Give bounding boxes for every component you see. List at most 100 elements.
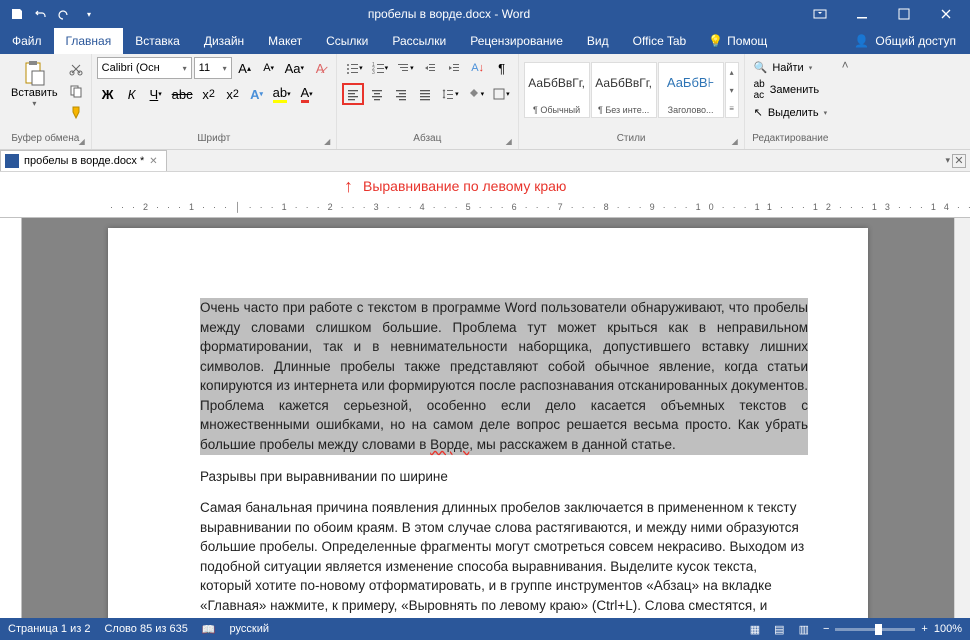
style-normal[interactable]: АаБбВвГг,¶ Обычный bbox=[524, 62, 590, 118]
dialog-launcher-icon[interactable]: ◢ bbox=[324, 137, 334, 147]
zoom-slider[interactable] bbox=[835, 628, 915, 631]
save-icon[interactable] bbox=[8, 5, 26, 23]
font-size-combo[interactable]: 11▾ bbox=[194, 57, 232, 79]
zoom-out-button[interactable]: − bbox=[823, 623, 829, 635]
dialog-launcher-icon[interactable]: ◢ bbox=[79, 137, 89, 147]
close-tab-icon[interactable]: ✕ bbox=[149, 156, 157, 167]
tab-home[interactable]: Главная bbox=[54, 28, 124, 54]
styles-gallery-more[interactable]: ▴▾≡ bbox=[725, 62, 739, 118]
tab-dropdown-icon[interactable]: ▾ bbox=[945, 155, 950, 166]
page: Очень часто при работе с текстом в прогр… bbox=[108, 228, 868, 618]
redo-icon[interactable] bbox=[56, 5, 74, 23]
vertical-ruler[interactable] bbox=[0, 218, 22, 618]
vertical-scrollbar[interactable] bbox=[954, 218, 970, 618]
align-center-button[interactable] bbox=[366, 83, 388, 105]
doc-tab-active[interactable]: пробелы в ворде.docx * ✕ bbox=[0, 150, 167, 171]
maximize-icon[interactable] bbox=[884, 0, 924, 28]
font-name-combo[interactable]: Calibri (Осн▾ bbox=[97, 57, 192, 79]
bold-button[interactable]: Ж bbox=[97, 83, 119, 105]
style-heading1[interactable]: АаБбВ⊦Заголово... bbox=[658, 62, 724, 118]
horizontal-ruler[interactable]: ···2···1···│···1···2···3···4···5···6···7… bbox=[0, 200, 970, 218]
quick-access-toolbar: ▾ bbox=[4, 5, 98, 23]
page-count[interactable]: Страница 1 из 2 bbox=[8, 623, 90, 635]
language-button[interactable]: русский bbox=[230, 623, 269, 635]
close-icon[interactable] bbox=[926, 0, 966, 28]
highlight-color-icon[interactable]: ab▾ bbox=[270, 83, 294, 105]
show-marks-icon[interactable]: ¶ bbox=[491, 57, 513, 79]
underline-button[interactable]: Ч▾ bbox=[145, 83, 167, 105]
line-spacing-icon[interactable]: ▾ bbox=[438, 83, 462, 105]
tab-officetab[interactable]: Office Tab bbox=[621, 28, 699, 54]
collapse-ribbon-icon[interactable]: ˄ bbox=[842, 58, 849, 72]
annotation-text: Выравнивание по левому краю bbox=[363, 178, 566, 194]
share-button[interactable]: 👤Общий доступ bbox=[840, 28, 970, 54]
shrink-font-icon[interactable]: A▾ bbox=[258, 57, 280, 79]
superscript-button[interactable]: x2 bbox=[222, 83, 244, 105]
borders-icon[interactable]: ▾ bbox=[489, 83, 513, 105]
bullets-icon[interactable]: ▾ bbox=[342, 57, 366, 79]
word-count[interactable]: Слово 85 из 635 bbox=[104, 623, 187, 635]
select-button[interactable]: ↖Выделить▾ bbox=[750, 104, 831, 121]
group-label: Абзац bbox=[342, 131, 513, 146]
numbering-icon[interactable]: 123▾ bbox=[368, 57, 392, 79]
read-mode-icon[interactable]: ▦ bbox=[750, 623, 760, 636]
tab-mailings[interactable]: Рассылки bbox=[380, 28, 458, 54]
ribbon-options-icon[interactable] bbox=[800, 0, 840, 28]
replace-button[interactable]: abacЗаменить bbox=[750, 77, 831, 103]
arrow-up-icon: ↑ bbox=[344, 176, 353, 197]
paragraph[interactable]: Разрывы при выравнивании по ширине bbox=[200, 467, 808, 487]
strikethrough-button[interactable]: abc bbox=[169, 83, 196, 105]
tell-me[interactable]: 💡Помощ bbox=[698, 28, 777, 54]
tab-insert[interactable]: Вставка bbox=[123, 28, 192, 54]
web-layout-icon[interactable]: ▥ bbox=[799, 623, 809, 636]
grow-font-icon[interactable]: A▴ bbox=[234, 57, 256, 79]
spellcheck-icon[interactable]: 📖 bbox=[202, 623, 216, 636]
align-left-button[interactable] bbox=[342, 83, 364, 105]
group-label: Стили bbox=[524, 131, 739, 146]
print-layout-icon[interactable]: ▤ bbox=[774, 623, 784, 636]
zoom-in-button[interactable]: + bbox=[921, 623, 927, 635]
group-paragraph: ▾ 123▾ ▾ A↓ ¶ ▾ ▾ ▾ Абзац ◢ bbox=[337, 54, 519, 149]
zoom-level[interactable]: 100% bbox=[934, 623, 962, 635]
document-canvas[interactable]: Очень часто при работе с текстом в прогр… bbox=[22, 218, 954, 618]
minimize-icon[interactable] bbox=[842, 0, 882, 28]
justify-button[interactable] bbox=[414, 83, 436, 105]
format-painter-icon[interactable] bbox=[66, 103, 86, 123]
replace-icon: abac bbox=[754, 79, 765, 101]
increase-indent-icon[interactable] bbox=[443, 57, 465, 79]
style-no-spacing[interactable]: АаБбВвГг,¶ Без инте... bbox=[591, 62, 657, 118]
cut-icon[interactable] bbox=[66, 59, 86, 79]
tab-view[interactable]: Вид bbox=[575, 28, 621, 54]
close-all-tabs-icon[interactable]: ✕ bbox=[952, 154, 966, 168]
paste-button[interactable]: Вставить ▾ bbox=[5, 57, 64, 110]
search-icon: 🔍 bbox=[754, 61, 768, 74]
clear-formatting-icon[interactable]: A̷ bbox=[309, 57, 331, 79]
tab-layout[interactable]: Макет bbox=[256, 28, 314, 54]
undo-icon[interactable] bbox=[32, 5, 50, 23]
subscript-button[interactable]: x2 bbox=[198, 83, 220, 105]
decrease-indent-icon[interactable] bbox=[419, 57, 441, 79]
dialog-launcher-icon[interactable]: ◢ bbox=[732, 137, 742, 147]
sort-icon[interactable]: A↓ bbox=[467, 57, 489, 79]
shading-icon[interactable]: ▾ bbox=[464, 83, 488, 105]
italic-button[interactable]: К bbox=[121, 83, 143, 105]
align-right-button[interactable] bbox=[390, 83, 412, 105]
paragraph-selected[interactable]: Очень часто при работе с текстом в прогр… bbox=[200, 298, 808, 455]
font-color-icon[interactable]: A▾ bbox=[296, 83, 318, 105]
find-button[interactable]: 🔍Найти▾ bbox=[750, 59, 831, 76]
tab-references[interactable]: Ссылки bbox=[314, 28, 380, 54]
tab-file[interactable]: Файл bbox=[0, 28, 54, 54]
person-icon: 👤 bbox=[854, 34, 869, 48]
tab-review[interactable]: Рецензирование bbox=[458, 28, 575, 54]
group-label: Буфер обмена bbox=[5, 131, 86, 146]
copy-icon[interactable] bbox=[66, 81, 86, 101]
qat-dropdown-icon[interactable]: ▾ bbox=[80, 5, 98, 23]
dialog-launcher-icon[interactable]: ◢ bbox=[506, 137, 516, 147]
multilevel-list-icon[interactable]: ▾ bbox=[393, 57, 417, 79]
tab-design[interactable]: Дизайн bbox=[192, 28, 256, 54]
annotation: ↑ Выравнивание по левому краю bbox=[0, 172, 970, 200]
paragraph[interactable]: Самая банальная причина появления длинны… bbox=[200, 498, 808, 618]
text-effects-icon[interactable]: A▾ bbox=[246, 83, 268, 105]
paste-icon bbox=[20, 59, 48, 87]
change-case-icon[interactable]: Aa▾ bbox=[282, 57, 307, 79]
